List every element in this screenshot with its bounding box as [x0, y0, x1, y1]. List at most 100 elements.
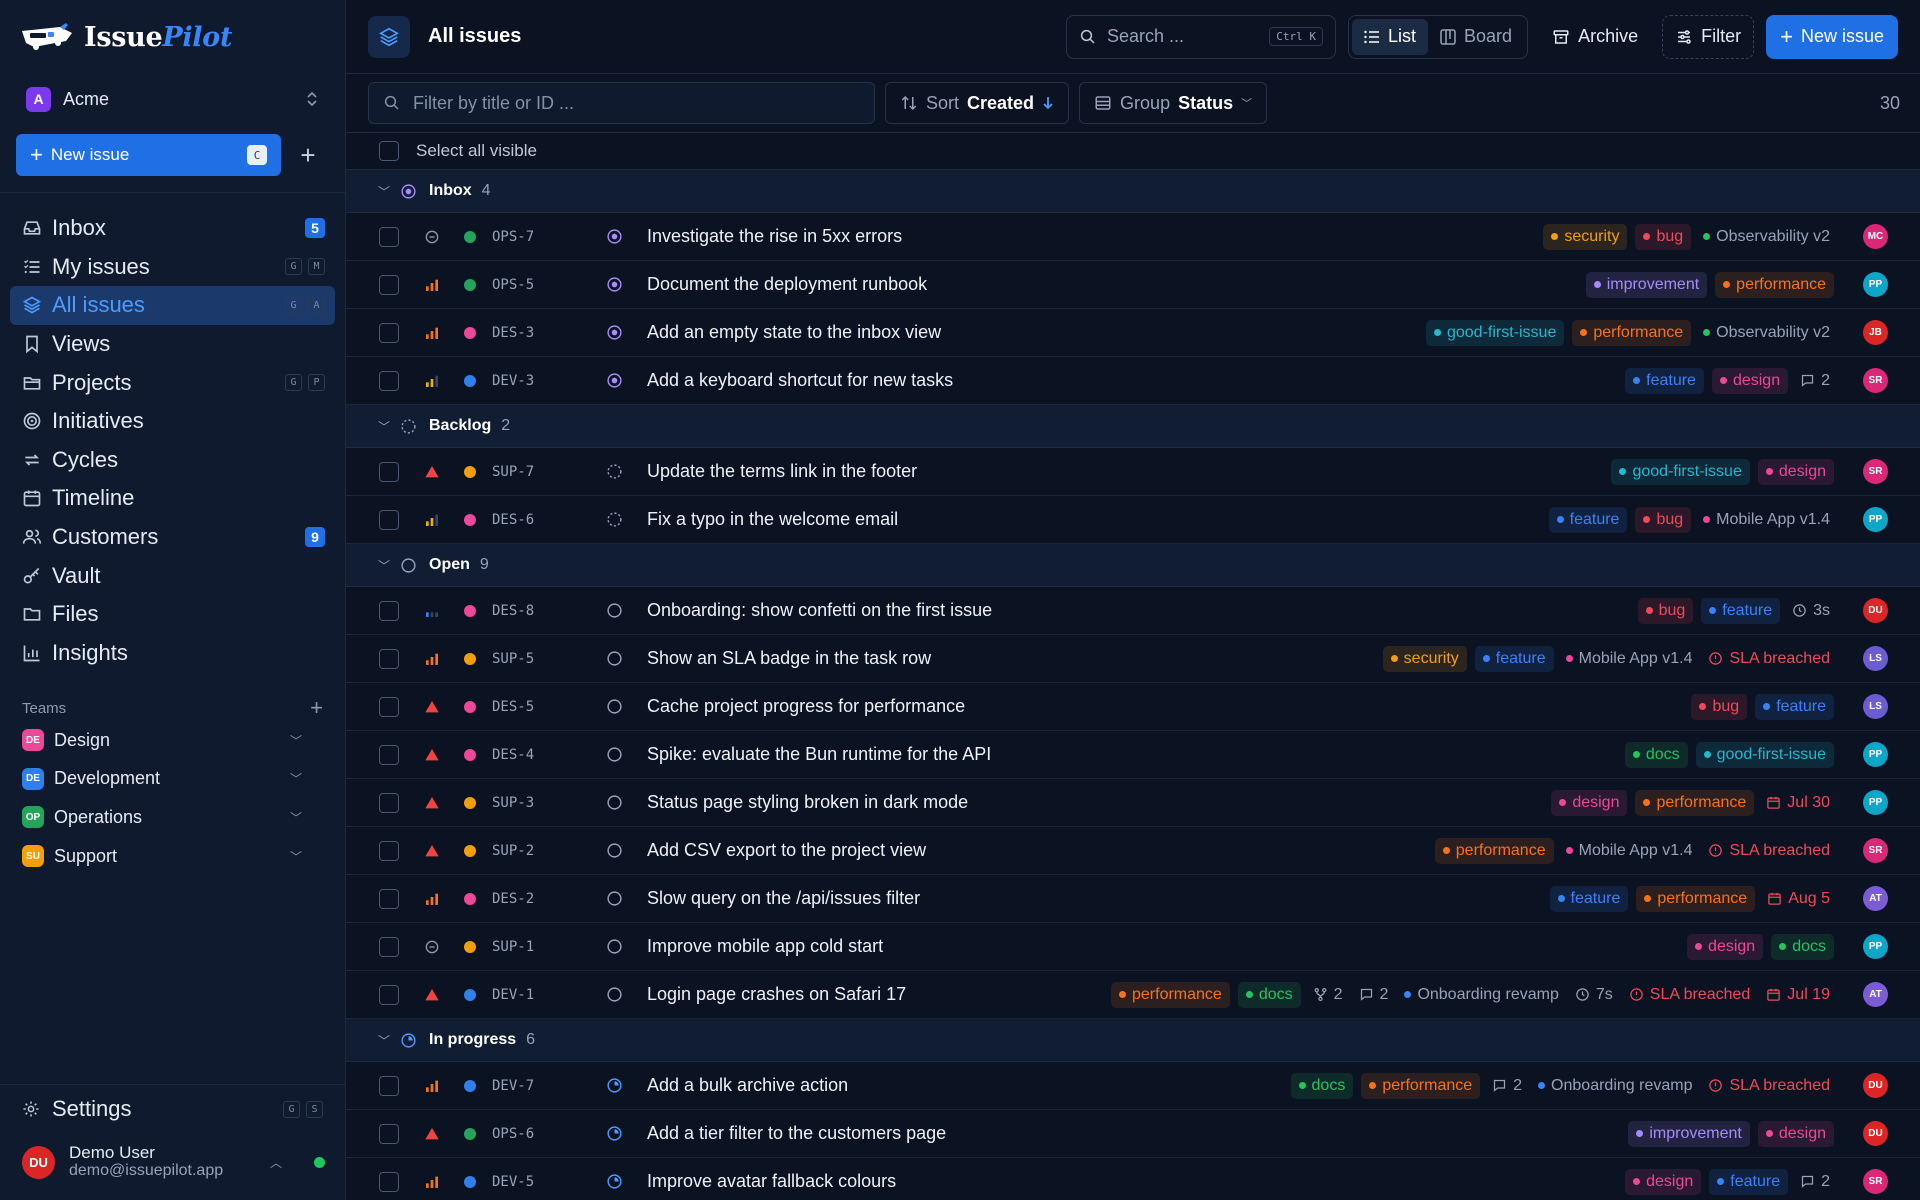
- row-checkbox[interactable]: [379, 936, 399, 957]
- sidebar-item-my-issues[interactable]: My issues G M: [10, 248, 335, 287]
- status-indicator[interactable]: [605, 842, 623, 860]
- issue-row[interactable]: DES-4 Spike: evaluate the Bun runtime for…: [346, 731, 1920, 779]
- label-tag[interactable]: performance: [1361, 1072, 1481, 1099]
- status-indicator[interactable]: [605, 938, 623, 956]
- issue-title[interactable]: Investigate the rise in 5xx errors: [647, 226, 902, 247]
- issue-title[interactable]: Add CSV export to the project view: [647, 840, 926, 861]
- assignee-avatar[interactable]: JB: [1863, 320, 1888, 345]
- project-link[interactable]: Mobile App v1.4: [1562, 842, 1697, 860]
- row-checkbox[interactable]: [379, 744, 399, 765]
- label-tag[interactable]: feature: [1709, 1168, 1789, 1195]
- group-header-open[interactable]: ﹀ Open 9: [346, 544, 1920, 587]
- row-checkbox[interactable]: [379, 1123, 399, 1144]
- issue-row[interactable]: OPS-5 Document the deployment runbook impr…: [346, 261, 1920, 309]
- issue-row[interactable]: SUP-3 Status page styling broken in dark …: [346, 779, 1920, 827]
- label-tag[interactable]: performance: [1434, 837, 1554, 864]
- priority-indicator[interactable]: [423, 511, 441, 529]
- label-tag[interactable]: docs: [1624, 741, 1688, 768]
- sidebar-item-files[interactable]: Files: [10, 595, 335, 634]
- priority-indicator[interactable]: [423, 228, 441, 246]
- issue-row[interactable]: DES-2 Slow query on the /api/issues filte…: [346, 875, 1920, 923]
- project-link[interactable]: Onboarding revamp: [1534, 1077, 1696, 1095]
- assignee-avatar[interactable]: SR: [1863, 459, 1888, 484]
- priority-indicator[interactable]: [423, 746, 441, 764]
- priority-indicator[interactable]: [423, 1077, 441, 1095]
- quick-add-icon[interactable]: +: [298, 140, 318, 170]
- issue-title[interactable]: Improve mobile app cold start: [647, 936, 883, 957]
- add-team-icon[interactable]: +: [310, 695, 323, 721]
- label-tag[interactable]: design: [1687, 933, 1764, 960]
- sidebar-item-views[interactable]: Views: [10, 325, 335, 364]
- status-indicator[interactable]: [605, 1173, 623, 1191]
- sidebar-team-support[interactable]: SU Support ﹀: [22, 837, 302, 876]
- workspace-switcher[interactable]: A Acme: [26, 86, 319, 112]
- sidebar-item-all-issues[interactable]: All issues G A: [10, 286, 335, 325]
- issue-title[interactable]: Add a tier filter to the customers page: [647, 1123, 946, 1144]
- row-checkbox[interactable]: [379, 322, 399, 343]
- issue-title[interactable]: Update the terms link in the footer: [647, 461, 917, 482]
- group-header-progress[interactable]: ﹀ In progress 6: [346, 1019, 1920, 1062]
- row-checkbox[interactable]: [379, 1075, 399, 1096]
- label-tag[interactable]: performance: [1572, 319, 1692, 346]
- due-date[interactable]: Jul 30: [1762, 794, 1834, 812]
- status-indicator[interactable]: [605, 890, 623, 908]
- row-checkbox[interactable]: [379, 792, 399, 813]
- label-tag[interactable]: docs: [1290, 1072, 1354, 1099]
- issue-row[interactable]: DEV-7 Add a bulk archive action docs perfor…: [346, 1062, 1920, 1110]
- group-header-backlog[interactable]: ﹀ Backlog 2: [346, 405, 1920, 448]
- row-checkbox[interactable]: [379, 226, 399, 247]
- priority-indicator[interactable]: [423, 698, 441, 716]
- priority-indicator[interactable]: [423, 890, 441, 908]
- assignee-avatar[interactable]: DU: [1863, 598, 1888, 623]
- label-tag[interactable]: bug: [1691, 693, 1748, 720]
- issue-row[interactable]: DEV-3 Add a keyboard shortcut for new tas…: [346, 357, 1920, 405]
- issue-row[interactable]: DES-8 Onboarding: show confetti on the fi…: [346, 587, 1920, 635]
- issue-row[interactable]: DEV-1 Login page crashes on Safari 17 perf…: [346, 971, 1920, 1019]
- assignee-avatar[interactable]: MC: [1863, 224, 1888, 249]
- issue-row[interactable]: OPS-7 Investigate the rise in 5xx errors s…: [346, 213, 1920, 261]
- priority-indicator[interactable]: [423, 842, 441, 860]
- issue-row[interactable]: SUP-5 Show an SLA badge in the task row se…: [346, 635, 1920, 683]
- status-indicator[interactable]: [605, 228, 623, 246]
- issue-title[interactable]: Add an empty state to the inbox view: [647, 322, 941, 343]
- select-all-row[interactable]: Select all visible: [346, 133, 1920, 170]
- row-checkbox[interactable]: [379, 840, 399, 861]
- status-indicator[interactable]: [605, 1125, 623, 1143]
- issue-title[interactable]: Login page crashes on Safari 17: [647, 984, 906, 1005]
- label-tag[interactable]: bug: [1635, 223, 1692, 250]
- user-menu[interactable]: DU Demo User demo@issuepilot.app ︿: [22, 1144, 325, 1180]
- title-filter-input[interactable]: Filter by title or ID ...: [368, 82, 875, 124]
- filter-button[interactable]: Filter: [1662, 14, 1755, 59]
- sort-select[interactable]: Sort Created: [885, 82, 1070, 124]
- assignee-avatar[interactable]: AT: [1863, 982, 1888, 1007]
- due-date[interactable]: Jul 19: [1762, 986, 1834, 1004]
- project-link[interactable]: Mobile App v1.4: [1562, 650, 1697, 668]
- group-select[interactable]: Group Status ﹀: [1079, 82, 1268, 124]
- row-checkbox[interactable]: [379, 509, 399, 530]
- issue-row[interactable]: DES-6 Fix a typo in the welcome email feat…: [346, 496, 1920, 544]
- issue-row[interactable]: SUP-1 Improve mobile app cold start design…: [346, 923, 1920, 971]
- sidebar-item-inbox[interactable]: Inbox 5: [10, 209, 335, 248]
- sidebar-item-settings[interactable]: Settings GS: [22, 1096, 323, 1122]
- priority-indicator[interactable]: [423, 372, 441, 390]
- sidebar-item-initiatives[interactable]: Initiatives: [10, 402, 335, 441]
- sidebar-item-vault[interactable]: Vault: [10, 556, 335, 595]
- issue-title[interactable]: Improve avatar fallback colours: [647, 1171, 896, 1192]
- sidebar-new-issue-button[interactable]: + New issue C: [16, 134, 281, 176]
- row-checkbox[interactable]: [379, 600, 399, 621]
- assignee-avatar[interactable]: PP: [1863, 507, 1888, 532]
- due-date[interactable]: Aug 5: [1763, 890, 1834, 908]
- assignee-avatar[interactable]: SR: [1863, 1169, 1888, 1194]
- issue-row[interactable]: OPS-6 Add a tier filter to the customers …: [346, 1110, 1920, 1158]
- row-checkbox[interactable]: [379, 984, 399, 1005]
- label-tag[interactable]: performance: [1636, 885, 1756, 912]
- sidebar-team-development[interactable]: DE Development ﹀: [22, 760, 302, 799]
- row-checkbox[interactable]: [379, 648, 399, 669]
- label-tag[interactable]: security: [1382, 645, 1467, 672]
- assignee-avatar[interactable]: PP: [1863, 742, 1888, 767]
- sidebar-item-customers[interactable]: Customers 9: [10, 518, 335, 557]
- label-tag[interactable]: performance: [1635, 789, 1755, 816]
- issue-title[interactable]: Fix a typo in the welcome email: [647, 509, 898, 530]
- issue-title[interactable]: Show an SLA badge in the task row: [647, 648, 931, 669]
- priority-indicator[interactable]: [423, 1173, 441, 1191]
